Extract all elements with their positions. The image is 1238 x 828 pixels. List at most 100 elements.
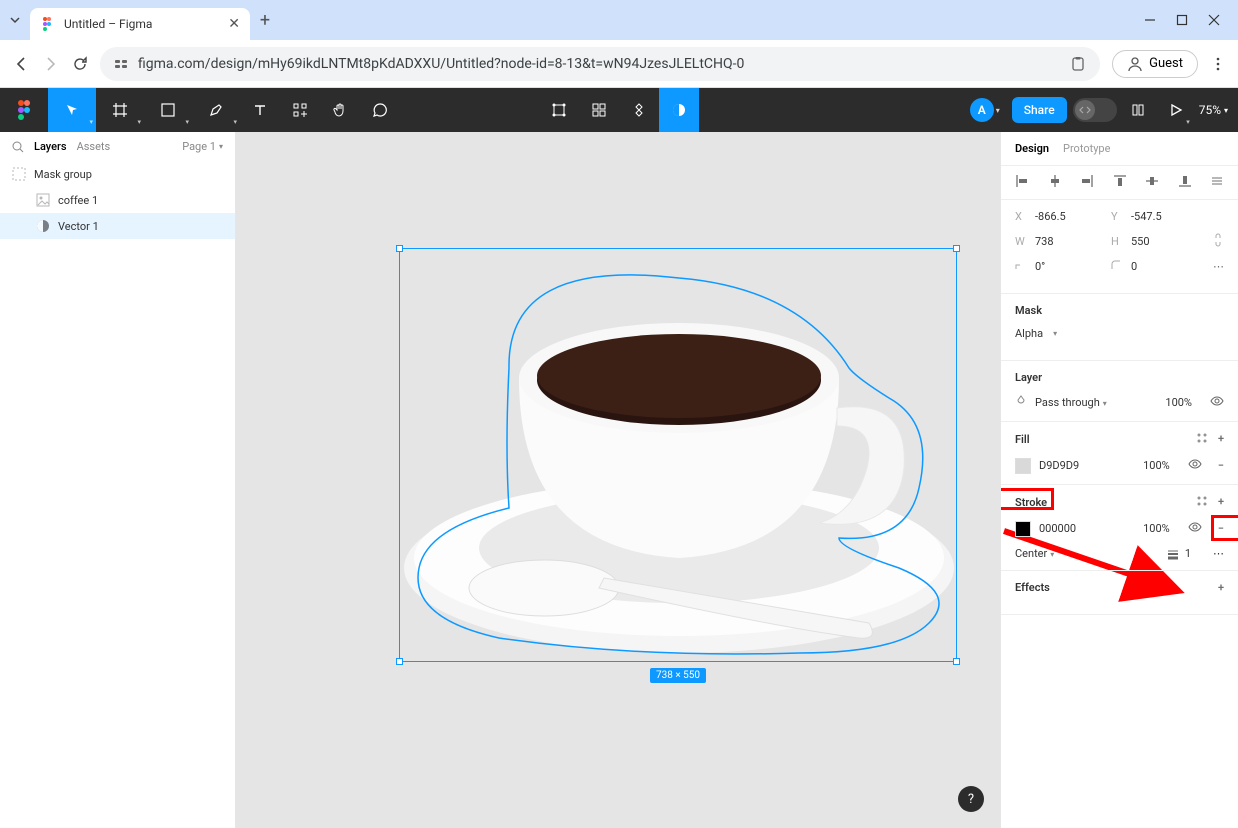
- move-tool[interactable]: ▾: [48, 88, 96, 132]
- layer-coffee[interactable]: coffee 1: [0, 187, 235, 213]
- url-field[interactable]: figma.com/design/mHy69ikdLNTMt8pKdADXXU/…: [100, 47, 1100, 81]
- stroke-style-picker-icon[interactable]: [1196, 495, 1208, 510]
- create-component-icon[interactable]: [579, 88, 619, 132]
- shape-tool[interactable]: ▾: [144, 88, 192, 132]
- tab-title: Untitled – Figma: [64, 17, 220, 31]
- mask-icon: [36, 219, 50, 233]
- assets-tab[interactable]: Assets: [77, 140, 111, 153]
- library-icon[interactable]: [1123, 88, 1153, 132]
- chevron-down-icon: ▾: [185, 118, 189, 126]
- mask-section-title: Mask: [1015, 304, 1224, 317]
- tab-search-dropdown[interactable]: [0, 14, 30, 26]
- stroke-opacity-field[interactable]: 100%: [1143, 522, 1170, 535]
- x-field[interactable]: X-866.5: [1015, 210, 1105, 223]
- use-as-mask-icon[interactable]: [619, 88, 659, 132]
- stroke-advanced-icon[interactable]: ⋯: [1213, 547, 1224, 560]
- window-maximize-icon[interactable]: [1176, 14, 1188, 26]
- site-settings-icon[interactable]: [114, 57, 128, 71]
- layer-mask-group[interactable]: Mask group: [0, 161, 235, 187]
- layer-vector[interactable]: Vector 1: [0, 213, 235, 239]
- user-avatar[interactable]: A: [970, 98, 994, 122]
- coffee-image[interactable]: [399, 248, 957, 662]
- zoom-control[interactable]: 75%▾: [1199, 103, 1228, 117]
- stroke-weight-field[interactable]: 1: [1167, 547, 1191, 560]
- pen-tool[interactable]: ▾: [192, 88, 240, 132]
- selection-dimensions: 738 × 550: [650, 668, 706, 683]
- blend-mode-icon[interactable]: [1015, 395, 1027, 410]
- remove-fill-icon[interactable]: −: [1218, 459, 1224, 472]
- align-bottom-icon[interactable]: [1178, 174, 1192, 191]
- stroke-visibility-icon[interactable]: [1188, 520, 1202, 537]
- annotation-stroke-label: [1000, 488, 1054, 510]
- more-options-icon[interactable]: ⋯: [1213, 260, 1224, 273]
- add-stroke-icon[interactable]: +: [1218, 495, 1224, 510]
- stroke-swatch[interactable]: [1015, 521, 1031, 537]
- edit-object-icon[interactable]: [539, 88, 579, 132]
- blend-mode-selector[interactable]: Pass through▾: [1035, 396, 1107, 409]
- align-right-icon[interactable]: [1080, 174, 1094, 191]
- profile-guest-button[interactable]: Guest: [1112, 50, 1198, 78]
- mask-group-icon: [12, 167, 26, 181]
- canvas[interactable]: 738 × 550 ?: [236, 132, 1000, 828]
- tidy-up-icon[interactable]: [1210, 174, 1224, 191]
- layer-opacity-field[interactable]: 100%: [1165, 396, 1192, 409]
- text-tool[interactable]: [240, 88, 280, 132]
- align-top-icon[interactable]: [1113, 174, 1127, 191]
- dev-mode-toggle[interactable]: [1073, 98, 1117, 122]
- resources-tool[interactable]: [280, 88, 320, 132]
- stroke-align-selector[interactable]: Center▾: [1015, 547, 1054, 560]
- stroke-hex-field[interactable]: 000000: [1039, 522, 1076, 535]
- y-field[interactable]: Y-547.5: [1111, 210, 1201, 223]
- hand-tool[interactable]: [320, 88, 360, 132]
- align-left-icon[interactable]: [1015, 174, 1029, 191]
- frame-tool[interactable]: ▾: [96, 88, 144, 132]
- fill-swatch[interactable]: [1015, 458, 1031, 474]
- browser-tab[interactable]: Untitled – Figma ✕: [30, 8, 250, 40]
- layers-panel: Layers Assets Page 1▾ Mask group coffee …: [0, 132, 236, 828]
- help-button[interactable]: ?: [958, 786, 984, 812]
- add-effect-icon[interactable]: +: [1218, 581, 1224, 594]
- share-button[interactable]: Share: [1012, 97, 1067, 123]
- tab-close-icon[interactable]: ✕: [228, 16, 240, 32]
- chevron-down-icon[interactable]: ▾: [996, 106, 1000, 115]
- mask-mode-selector[interactable]: Alpha▾: [1015, 327, 1224, 340]
- search-icon[interactable]: [12, 141, 24, 153]
- window-close-icon[interactable]: [1208, 14, 1220, 26]
- window-minimize-icon[interactable]: [1144, 14, 1156, 26]
- width-field[interactable]: W738: [1015, 235, 1105, 248]
- image-icon: [36, 193, 50, 207]
- height-field[interactable]: H550: [1111, 235, 1201, 248]
- nav-reload-icon[interactable]: [72, 56, 88, 72]
- fill-visibility-icon[interactable]: [1188, 457, 1202, 474]
- present-button[interactable]: ▾: [1159, 88, 1193, 132]
- corner-radius-field[interactable]: 0: [1111, 260, 1201, 273]
- align-hcenter-icon[interactable]: [1048, 174, 1062, 191]
- add-fill-icon[interactable]: +: [1218, 432, 1224, 447]
- visibility-icon[interactable]: [1210, 394, 1224, 411]
- nav-forward-icon[interactable]: [42, 55, 60, 73]
- clipboard-icon[interactable]: [1070, 56, 1086, 72]
- style-picker-icon[interactable]: [1196, 432, 1208, 447]
- new-tab-button[interactable]: +: [250, 10, 280, 31]
- browser-menu-icon[interactable]: [1210, 56, 1226, 72]
- browser-address-bar: figma.com/design/mHy69ikdLNTMt8pKdADXXU/…: [0, 40, 1238, 88]
- nav-back-icon[interactable]: [12, 55, 30, 73]
- boolean-tool[interactable]: [659, 88, 699, 132]
- chevron-down-icon: ▾: [233, 118, 237, 126]
- chevron-down-icon: ▾: [137, 118, 141, 126]
- layers-tab[interactable]: Layers: [34, 140, 67, 153]
- fill-hex-field[interactable]: D9D9D9: [1039, 459, 1079, 472]
- comment-tool[interactable]: [360, 88, 400, 132]
- design-tab[interactable]: Design: [1015, 142, 1049, 155]
- person-icon: [1127, 56, 1143, 72]
- stroke-weight-icon: [1167, 548, 1179, 560]
- rotation-field[interactable]: 0°: [1015, 260, 1105, 273]
- design-panel: Design Prototype X-866.5 Y-547.5 W738 H5…: [1000, 132, 1238, 828]
- page-selector[interactable]: Page 1▾: [182, 140, 223, 153]
- constrain-proportions-icon[interactable]: [1212, 233, 1224, 250]
- prototype-tab[interactable]: Prototype: [1063, 142, 1110, 155]
- chevron-down-icon: ▾: [1186, 118, 1190, 126]
- fill-opacity-field[interactable]: 100%: [1143, 459, 1170, 472]
- align-vcenter-icon[interactable]: [1145, 174, 1159, 191]
- figma-menu-button[interactable]: [0, 99, 48, 121]
